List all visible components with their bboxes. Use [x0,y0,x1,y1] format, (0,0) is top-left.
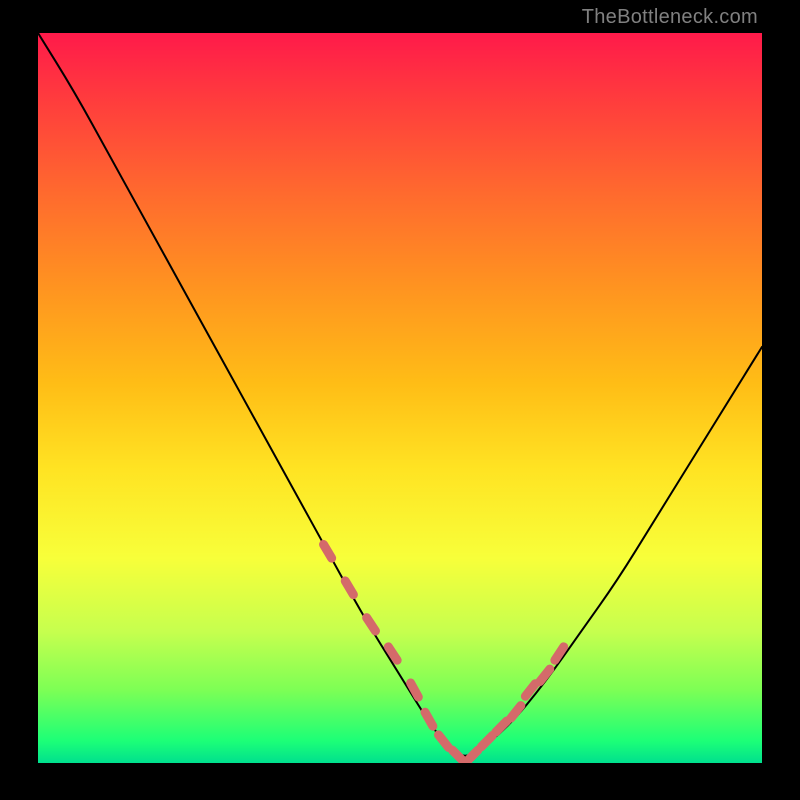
highlight-dash [452,750,463,761]
highlight-dots-right [467,647,564,762]
plot-area [38,33,762,763]
chart-stage: TheBottleneck.com [0,0,800,800]
highlight-dash [511,706,521,719]
highlight-dash [438,735,448,748]
highlight-dash [367,618,376,631]
highlight-dash [481,735,492,746]
highlight-dash [425,712,433,726]
highlight-dots-left [324,544,464,761]
highlight-dash [496,721,507,732]
highlight-dash [324,544,332,558]
highlight-dash [345,581,353,595]
watermark-text: TheBottleneck.com [582,6,758,29]
highlight-dash [467,750,478,761]
curve-svg [38,33,762,763]
bottleneck-curve [38,33,762,756]
highlight-dash [540,669,550,682]
